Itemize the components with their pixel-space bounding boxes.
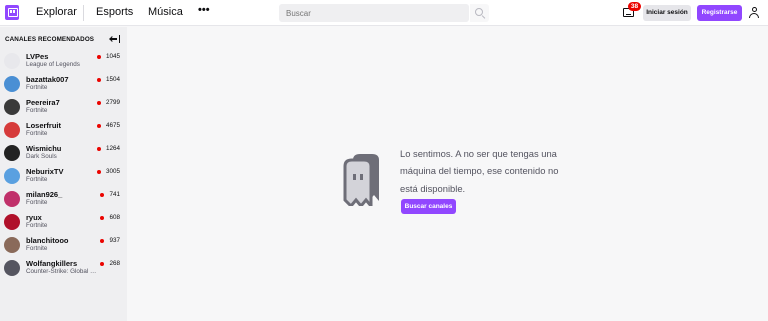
nav-link-musica[interactable]: Música (148, 5, 183, 20)
sidebar-channel-item[interactable]: Peereira7 Fortnite 2799 (0, 96, 127, 119)
viewer-count: 608 (109, 214, 120, 221)
collapse-arrow-icon[interactable] (109, 35, 120, 43)
channel-name: LVPes (26, 52, 49, 61)
live-indicator-icon (96, 170, 101, 174)
channel-name: Loserfruit (26, 121, 62, 130)
sidebar-channel-item[interactable]: blanchitooo Fortnite 937 (0, 234, 127, 257)
avatar (4, 168, 20, 184)
sidebar-channel-item[interactable]: bazattak007 Fortnite 1504 (0, 73, 127, 96)
ghost-icon (343, 154, 379, 206)
viewer-count: 2799 (105, 99, 120, 106)
viewer-count: 1045 (105, 53, 120, 60)
channel-game: Fortnite (26, 107, 48, 114)
nav-link-esports[interactable]: Esports (96, 5, 133, 20)
twitch-logo-icon[interactable] (5, 5, 19, 20)
channel-game: Fortnite (26, 199, 48, 206)
sidebar-channel-item[interactable]: Wismichu Dark Souls 1264 (0, 142, 127, 165)
notification-badge: 38 (628, 2, 641, 11)
channel-game: Fortnite (26, 222, 48, 229)
channel-game: Fortnite (26, 245, 48, 252)
viewer-count: 3005 (105, 168, 120, 175)
avatar (4, 122, 20, 138)
viewer-count: 1504 (105, 76, 120, 83)
channel-name: Wolfangkillers (26, 259, 78, 268)
live-indicator-icon (100, 216, 105, 220)
live-indicator-icon (96, 101, 101, 105)
live-indicator-icon (100, 193, 105, 197)
register-button[interactable]: Registrarse (697, 5, 742, 21)
channel-game: Fortnite (26, 130, 48, 137)
sidebar-channel-item[interactable]: Loserfruit Fortnite 4675 (0, 119, 127, 142)
avatar (4, 99, 20, 115)
channel-name: Peereira7 (26, 98, 60, 107)
nav-divider (83, 5, 84, 21)
unavailable-message: Lo sentimos. A no ser que tengas una máq… (400, 148, 559, 194)
live-indicator-icon (96, 78, 101, 82)
avatar (4, 76, 20, 92)
sidebar-channel-item[interactable]: NeburixTV Fortnite 3005 (0, 165, 127, 188)
avatar (4, 237, 20, 253)
sidebar-channel-item[interactable]: milan926_ Fortnite 741 (0, 188, 127, 211)
top-navigation-bar: Explorar Esports Música ••• 38 Iniciar s… (0, 0, 768, 26)
channel-game: Fortnite (26, 176, 48, 183)
channel-name: ryux (26, 213, 42, 222)
search-input[interactable] (279, 4, 469, 22)
channel-name: NeburixTV (26, 167, 64, 176)
sidebar-channel-item[interactable]: ryux Fortnite 608 (0, 211, 127, 234)
avatar (4, 260, 20, 276)
viewer-count: 4675 (105, 122, 120, 129)
viewer-count: 741 (109, 191, 120, 198)
sidebar-channel-item[interactable]: LVPes League of Legends 1045 (0, 50, 127, 73)
nav-link-explorar[interactable]: Explorar (36, 5, 77, 20)
live-indicator-icon (100, 239, 105, 243)
viewer-count: 937 (109, 237, 120, 244)
live-indicator-icon (100, 262, 105, 266)
channel-game: Counter-Strike: Global Offensive (26, 268, 98, 275)
channel-name: milan926_ (26, 190, 63, 199)
avatar (4, 145, 20, 161)
sidebar-channel-item[interactable]: WolfangkillersCounter-Strike: Global Off… (0, 257, 127, 280)
login-button[interactable]: Iniciar sesión (643, 5, 691, 21)
live-indicator-icon (96, 124, 101, 128)
search-button[interactable] (470, 4, 489, 22)
viewer-count: 268 (109, 260, 120, 267)
live-indicator-icon (96, 55, 101, 59)
channel-game: Fortnite (26, 84, 48, 91)
channel-game: Dark Souls (26, 153, 57, 160)
viewer-count: 1264 (105, 145, 120, 152)
more-dots-icon[interactable]: ••• (198, 5, 212, 18)
channel-name: Wismichu (26, 144, 62, 153)
sidebar-title: CANALES RECOMENDADOS (5, 36, 95, 43)
channel-game: League of Legends (26, 61, 80, 68)
user-icon[interactable] (749, 7, 759, 19)
live-indicator-icon (96, 147, 101, 151)
sidebar: CANALES RECOMENDADOS LVPes League of Lege… (0, 27, 127, 321)
browse-channels-button[interactable]: Buscar canales (401, 199, 456, 214)
channel-name: bazattak007 (26, 75, 69, 84)
avatar (4, 191, 20, 207)
channel-name: blanchitooo (26, 236, 69, 245)
avatar (4, 214, 20, 230)
avatar (4, 53, 20, 69)
